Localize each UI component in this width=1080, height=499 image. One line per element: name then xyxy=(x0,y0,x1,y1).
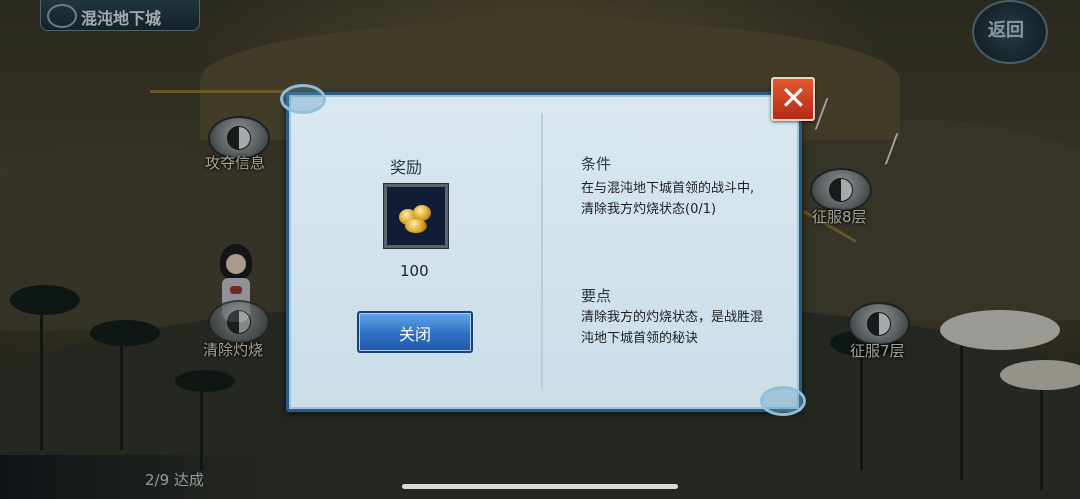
close-x-icon: ✕ xyxy=(780,79,807,117)
condition-line: 清除我方灼烧状态(0/1) xyxy=(581,202,717,217)
cloud-corner-ornament-icon xyxy=(280,84,326,114)
condition-title: 条件 xyxy=(581,155,612,173)
close-x-button[interactable]: ✕ xyxy=(771,77,815,121)
condition-line: 在与混沌地下城首领的战斗中, xyxy=(581,181,755,196)
condition-text: 在与混沌地下城首领的战斗中, 清除我方灼烧状态(0/1) xyxy=(581,178,781,220)
close-button-label: 关闭 xyxy=(398,325,431,344)
gold-ingot-part xyxy=(405,219,427,233)
reward-title: 奖励 xyxy=(390,158,423,177)
close-button[interactable]: 关闭 xyxy=(357,311,473,353)
reward-amount: 100 xyxy=(400,262,429,280)
home-indicator[interactable] xyxy=(402,484,678,489)
achievement-dialog xyxy=(286,92,802,412)
cloud-corner-ornament-icon xyxy=(760,386,806,416)
tip-line: 清除我方的灼烧状态，是战胜混 xyxy=(581,310,764,325)
reward-item-slot[interactable] xyxy=(384,184,448,248)
tip-text: 清除我方的灼烧状态，是战胜混 沌地下城首领的秘诀 xyxy=(581,307,781,349)
tip-title: 要点 xyxy=(581,287,612,305)
tip-line: 沌地下城首领的秘诀 xyxy=(581,331,699,346)
dialog-divider xyxy=(541,113,543,389)
